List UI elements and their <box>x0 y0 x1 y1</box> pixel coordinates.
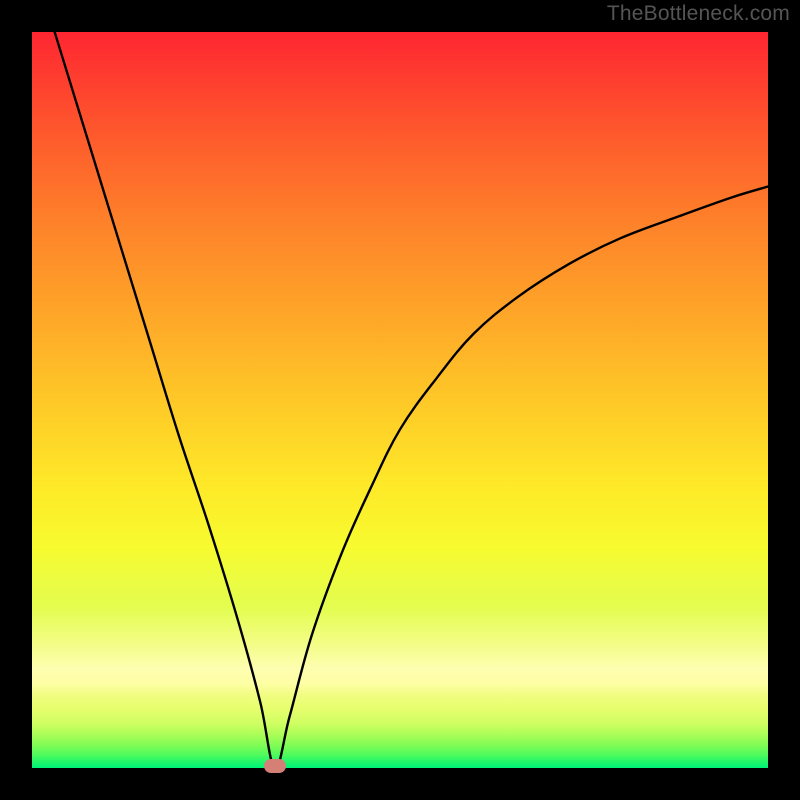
bottleneck-curve <box>32 32 768 768</box>
plot-area <box>32 32 768 768</box>
optimal-point-marker <box>264 759 286 773</box>
chart-container: TheBottleneck.com <box>0 0 800 800</box>
watermark-label: TheBottleneck.com <box>607 2 790 26</box>
